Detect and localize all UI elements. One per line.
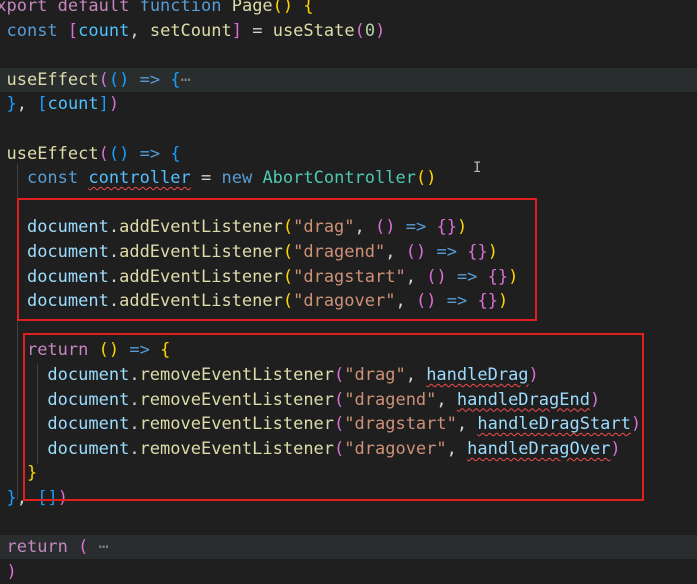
code-line[interactable] xyxy=(0,43,697,67)
highlight-box-cleanup-return xyxy=(23,333,644,501)
code-line[interactable]: const controller = new AbortController() xyxy=(0,166,697,190)
code-token: return xyxy=(6,537,68,558)
fold-ellipsis-icon[interactable]: ⋯ xyxy=(99,537,109,557)
code-token: ( xyxy=(108,143,120,164)
code-token: new xyxy=(221,168,253,189)
code-editor[interactable]: export default function Page() { const [… xyxy=(0,0,697,582)
code-token: AbortController xyxy=(262,168,416,189)
code-token: useEffect xyxy=(6,69,99,90)
fold-ellipsis-icon[interactable]: ⋯ xyxy=(181,70,191,90)
code-token: ) xyxy=(375,20,386,41)
code-token: = xyxy=(190,168,222,189)
code-token: 0 xyxy=(364,20,376,41)
code-token: ) xyxy=(108,94,120,115)
code-token: useEffect xyxy=(6,143,99,164)
code-token: ( xyxy=(354,20,365,41)
code-token: ) xyxy=(6,561,17,582)
code-token: default xyxy=(57,0,130,16)
code-token: } xyxy=(6,94,17,115)
code-token: ) xyxy=(426,168,437,189)
code-token: controller xyxy=(88,168,191,189)
code-token: const xyxy=(6,20,58,41)
code-token: } xyxy=(6,488,17,508)
code-token: const xyxy=(26,168,79,189)
code-token: function xyxy=(139,0,222,16)
code-token: ) xyxy=(282,0,294,16)
code-token: ] xyxy=(98,94,109,115)
code-token: ( xyxy=(272,0,283,16)
code-line[interactable]: export default function Page() { xyxy=(0,0,697,18)
code-line[interactable]: useEffect(() => {⋯ xyxy=(0,67,697,92)
code-token: useState xyxy=(272,20,355,41)
code-token: Page xyxy=(231,0,273,16)
code-token: ( xyxy=(98,69,109,90)
code-line[interactable]: return ( ⋯ xyxy=(0,535,697,560)
code-token: [ xyxy=(37,94,48,115)
code-token: count xyxy=(78,20,130,41)
code-token: { xyxy=(303,0,314,16)
code-token: ] xyxy=(231,20,242,41)
code-token: => xyxy=(139,69,161,90)
highlight-box-add-listeners xyxy=(17,198,537,321)
code-token: ) xyxy=(119,69,130,90)
code-token: ) xyxy=(119,143,130,164)
code-line[interactable]: useEffect(() => { xyxy=(0,142,697,166)
code-token: ( xyxy=(98,143,109,164)
code-token: => xyxy=(139,143,161,164)
code-line[interactable]: const [count, setCount] = useState(0) xyxy=(0,19,697,43)
code-token: { xyxy=(170,143,181,164)
code-token: setCount xyxy=(149,20,232,41)
code-token: = xyxy=(241,20,273,41)
code-token: , xyxy=(129,20,150,41)
code-token: count xyxy=(47,94,99,115)
code-line[interactable]: }, [count]) xyxy=(0,92,697,116)
code-token: , xyxy=(16,94,38,115)
code-line[interactable]: ) xyxy=(0,560,697,584)
code-token: ( xyxy=(108,69,120,90)
code-line[interactable] xyxy=(0,511,697,535)
code-token: export xyxy=(0,0,48,16)
code-line[interactable] xyxy=(0,117,697,141)
code-token: ( xyxy=(78,537,89,558)
code-token: ( xyxy=(415,168,427,189)
text-cursor-icon: I xyxy=(473,160,482,176)
code-token: { xyxy=(170,69,181,90)
code-token: [ xyxy=(67,20,79,41)
